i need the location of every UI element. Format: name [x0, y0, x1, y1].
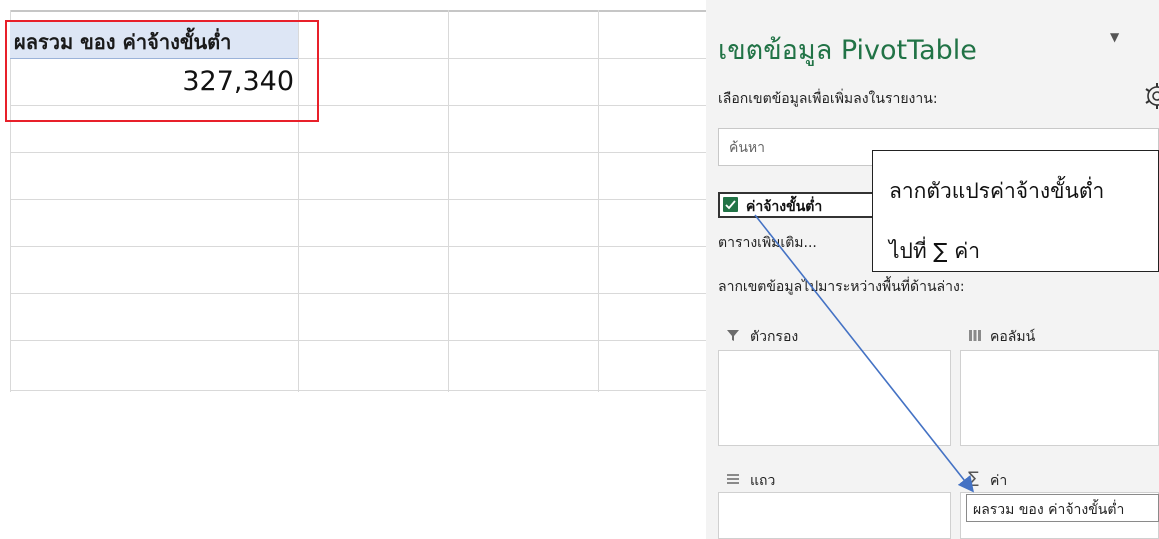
checkmark-icon	[725, 200, 736, 210]
search-placeholder: ค้นหา	[729, 140, 766, 156]
field-label: ค่าจ้างขั้นต่ำ	[746, 199, 823, 215]
filters-area-label: ตัวกรอง	[750, 329, 799, 345]
rows-drop-zone[interactable]	[718, 492, 951, 539]
values-area-label: ค่า	[990, 473, 1008, 489]
sigma-icon: ∑	[968, 468, 979, 487]
highlight-box	[5, 20, 319, 122]
pane-menu-dropdown-icon[interactable]: ▼	[1110, 30, 1119, 44]
choose-fields-label: เลือกเขตข้อมูลเพื่อเพิ่มลงในรายงาน:	[718, 91, 938, 107]
columns-icon	[969, 330, 981, 341]
filters-drop-zone[interactable]	[718, 350, 951, 446]
field-checkbox[interactable]	[723, 197, 738, 212]
field-item-minimum-wage[interactable]: ค่าจ้างขั้นต่ำ	[718, 192, 878, 218]
values-field-item[interactable]: ผลรวม ของ ค่าจ้างขั้นต่ำ	[966, 494, 1159, 522]
instruction-callout: ลากตัวแปรค่าจ้างขั้นต่ำ ไปที่ ∑ ค่า	[872, 150, 1159, 272]
callout-line-1: ลากตัวแปรค่าจ้างขั้นต่ำ	[889, 179, 1105, 203]
pane-title: เขตข้อมูล PivotTable	[718, 35, 977, 66]
rows-icon	[727, 474, 739, 484]
columns-drop-zone[interactable]	[960, 350, 1159, 446]
more-tables-link[interactable]: ตารางเพิ่มเติม...	[718, 232, 817, 254]
callout-line-2: ไปที่ ∑ ค่า	[889, 239, 981, 263]
gear-icon[interactable]	[1142, 80, 1159, 112]
rows-area-label: แถว	[750, 473, 776, 489]
columns-area-label: คอลัมน์	[990, 329, 1036, 345]
drag-fields-hint: ลากเขตข้อมูลไปมาระหว่างพื้นที่ด้านล่าง:	[718, 279, 965, 295]
values-field-label: ผลรวม ของ ค่าจ้างขั้นต่ำ	[973, 502, 1125, 518]
filter-icon	[727, 330, 739, 341]
grid-col-line	[448, 10, 449, 392]
grid-col-line	[598, 10, 599, 392]
